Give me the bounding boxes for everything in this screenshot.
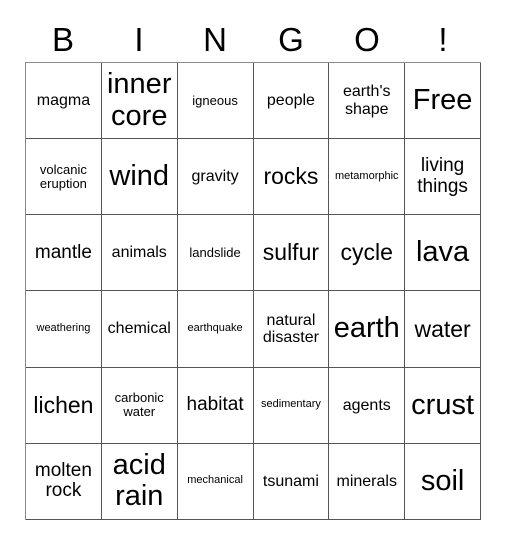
bingo-grid: magma inner core igneous people earth's shap… [25, 62, 481, 520]
bingo-header: B I N G O! [25, 18, 481, 62]
bingo-cell[interactable]: earthquake [177, 291, 254, 368]
bingo-cell[interactable]: gravity [177, 139, 254, 216]
bingo-cell[interactable]: agents [329, 367, 406, 444]
bingo-cell[interactable]: rocks [253, 139, 330, 216]
bingo-cell[interactable]: tsunami [253, 443, 330, 520]
bingo-cell[interactable]: mantle [26, 215, 102, 292]
bingo-cell[interactable]: earth's shape [329, 63, 406, 140]
bingo-cell[interactable]: sulfur [253, 215, 330, 292]
bingo-cell[interactable]: soil [405, 443, 481, 520]
bingo-cell[interactable]: minerals [329, 443, 406, 520]
bingo-cell[interactable]: volcanic eruption [26, 139, 102, 216]
bingo-cell[interactable]: habitat [177, 367, 254, 444]
bingo-header-letter: G [278, 21, 304, 58]
bingo-cell[interactable]: Free [405, 63, 481, 140]
bingo-cell[interactable]: water [405, 291, 481, 368]
bingo-card: B I N G O! magma inner core igneous people earth… [0, 0, 506, 544]
bingo-cell[interactable]: mechanical [177, 443, 254, 520]
bingo-cell[interactable]: lichen [26, 367, 102, 444]
bingo-cell[interactable]: earth [329, 291, 406, 368]
bingo-cell[interactable]: people [253, 63, 330, 140]
bingo-header-letter: I [134, 21, 144, 58]
bingo-header-letter: N [203, 21, 227, 58]
bingo-header-letter: ! [438, 21, 448, 58]
bingo-cell[interactable]: living things [405, 139, 481, 216]
bingo-header-letter: B [51, 21, 74, 58]
bingo-cell[interactable]: landslide [177, 215, 254, 292]
bingo-cell[interactable]: igneous [177, 63, 254, 140]
bingo-cell[interactable]: weathering [26, 291, 102, 368]
bingo-cell[interactable]: acid rain [101, 443, 178, 520]
bingo-cell[interactable]: wind [101, 139, 178, 216]
bingo-cell[interactable]: lava [405, 215, 481, 292]
bingo-cell[interactable]: natural disaster [253, 291, 330, 368]
bingo-cell[interactable]: chemical [101, 291, 178, 368]
bingo-header-letter: O [354, 21, 380, 58]
bingo-cell[interactable]: metamorphic [329, 139, 406, 216]
bingo-cell[interactable]: crust [405, 367, 481, 444]
bingo-cell[interactable]: carbonic water [101, 367, 178, 444]
bingo-cell[interactable]: cycle [329, 215, 406, 292]
bingo-cell[interactable]: magma [26, 63, 102, 140]
bingo-cell[interactable]: molten rock [26, 443, 102, 520]
bingo-cell[interactable]: animals [101, 215, 178, 292]
bingo-cell[interactable]: sedimentary [253, 367, 330, 444]
bingo-cell[interactable]: inner core [101, 63, 178, 140]
